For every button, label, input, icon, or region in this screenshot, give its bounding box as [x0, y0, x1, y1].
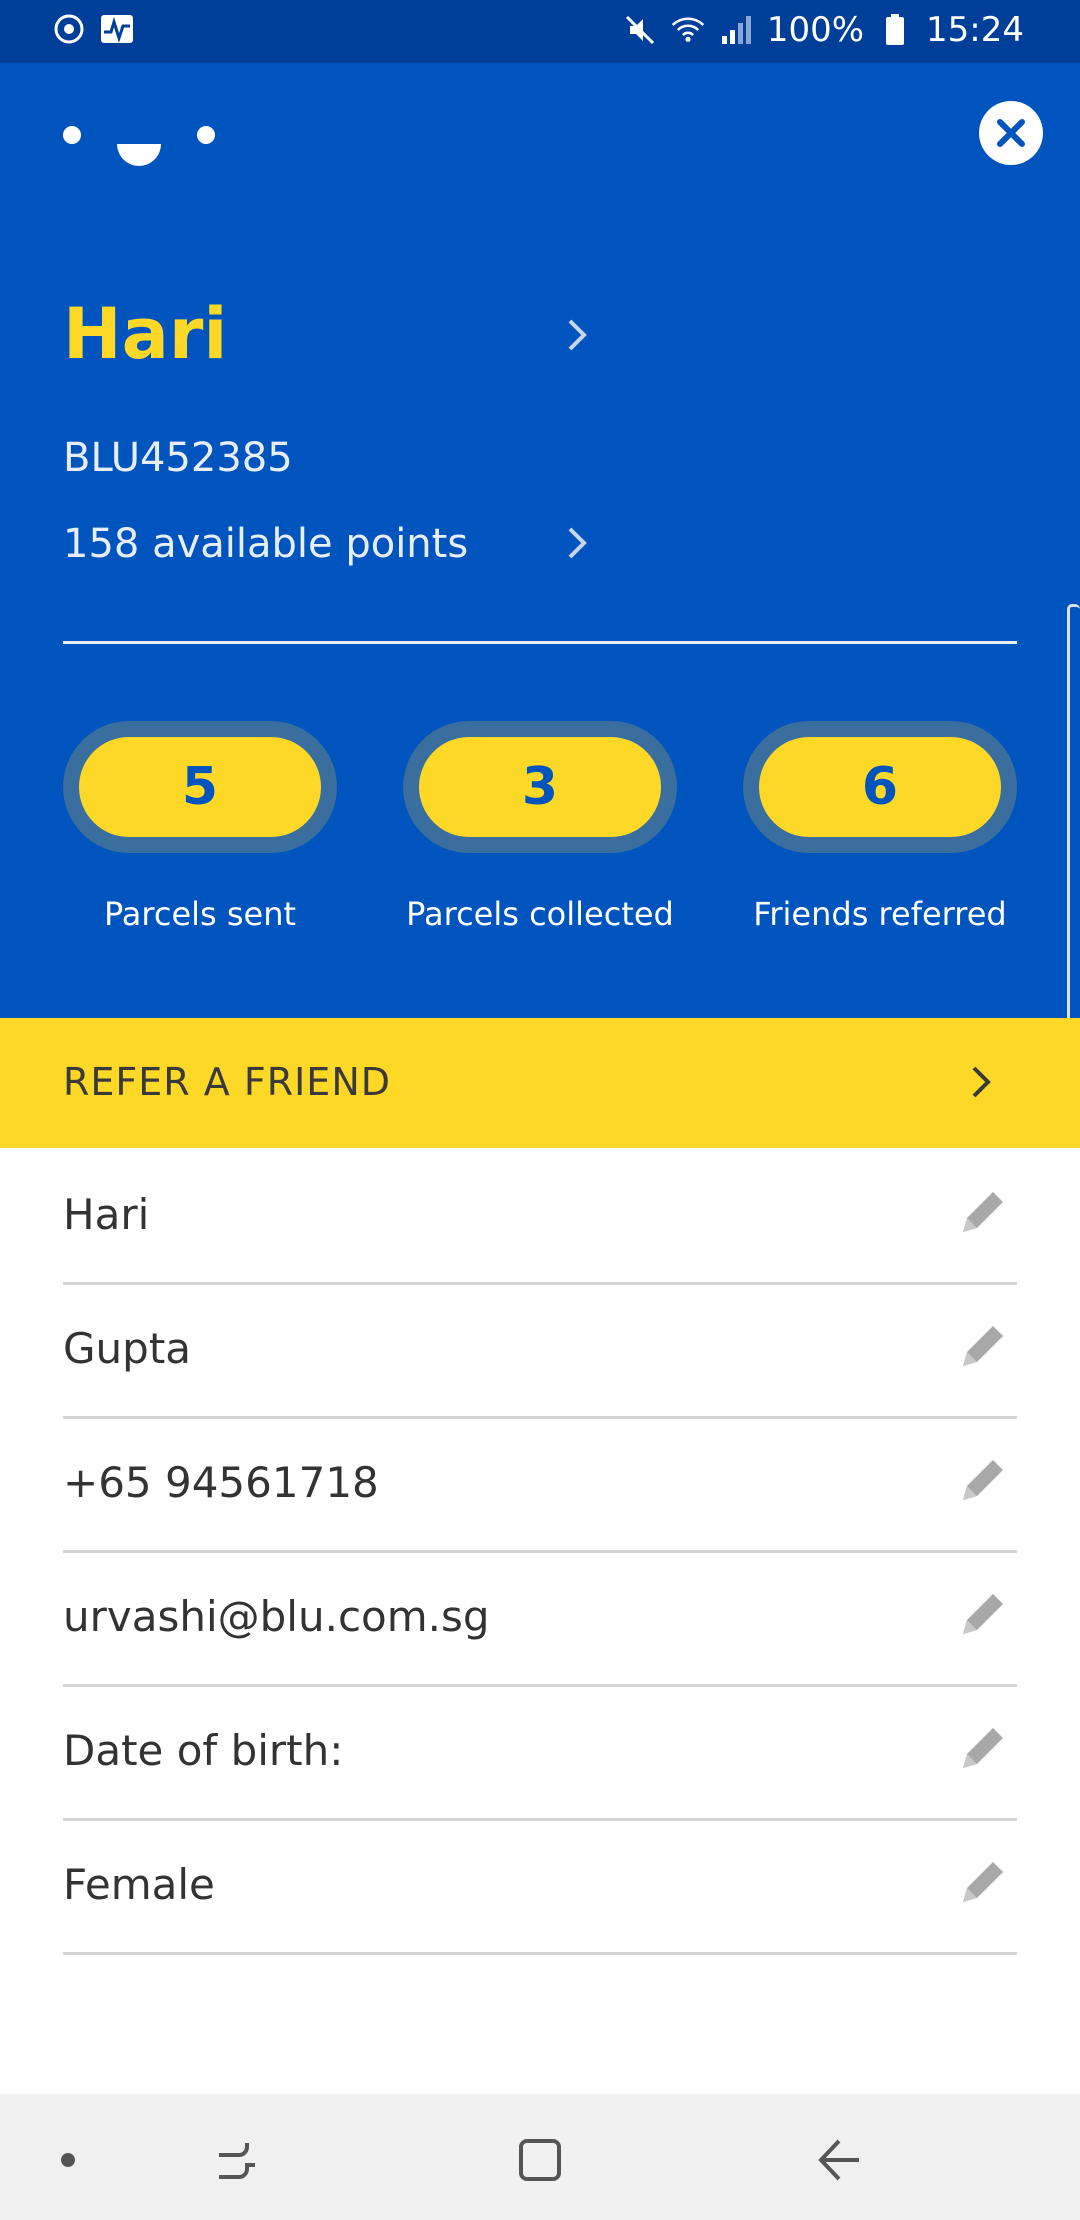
stat-value: 6 [759, 737, 1001, 837]
stat-label: Friends referred [753, 895, 1007, 933]
signal-icon [719, 13, 753, 47]
system-nav-bar [0, 2094, 1080, 2220]
nav-dot-icon [40, 2132, 96, 2188]
stat-parcels-collected: 3 [403, 721, 677, 853]
field-value: +65 94561718 [63, 1458, 379, 1507]
recent-apps-icon[interactable] [210, 2132, 266, 2188]
pencil-icon[interactable] [957, 1722, 1009, 1774]
activity-icon [100, 12, 134, 46]
back-icon[interactable] [812, 2132, 868, 2188]
status-bar: 100% 15:24 [0, 0, 1080, 63]
field-value: Female [63, 1860, 215, 1909]
battery-icon [878, 13, 912, 47]
stat-value: 5 [79, 737, 321, 837]
stat-value: 3 [419, 737, 661, 837]
stat-label: Parcels sent [103, 895, 297, 933]
user-name[interactable]: Hari [63, 293, 227, 375]
stat-friends-referred: 6 [743, 721, 1017, 853]
field-value: Gupta [63, 1324, 192, 1373]
field-first-name[interactable]: Hari [63, 1148, 1017, 1285]
mute-icon [623, 13, 657, 47]
header-divider [63, 641, 1017, 644]
field-value: Date of birth: [63, 1726, 344, 1775]
pencil-icon[interactable] [957, 1320, 1009, 1372]
wifi-icon [671, 13, 705, 47]
points-link[interactable]: 158 available points [63, 521, 468, 567]
chevron-right-icon[interactable] [562, 523, 592, 563]
sync-icon [52, 12, 86, 46]
refer-label: REFER A FRIEND [63, 1060, 392, 1104]
field-value: urvashi@blu.com.sg [63, 1592, 490, 1641]
battery-percent: 100% [766, 10, 865, 50]
field-date-of-birth[interactable]: Date of birth: [63, 1684, 1017, 1821]
pencil-icon[interactable] [957, 1186, 1009, 1238]
pencil-icon[interactable] [957, 1454, 1009, 1506]
stat-label: Parcels collected [406, 895, 674, 933]
clock: 15:24 [926, 10, 1024, 50]
field-email[interactable]: urvashi@blu.com.sg [63, 1550, 1017, 1687]
pencil-icon[interactable] [957, 1856, 1009, 1908]
pencil-icon[interactable] [957, 1588, 1009, 1640]
field-phone[interactable]: +65 94561718 [63, 1416, 1017, 1553]
close-button[interactable] [979, 101, 1043, 165]
scrollbar[interactable] [1067, 604, 1080, 1060]
chevron-right-icon [966, 1062, 996, 1102]
home-icon[interactable] [512, 2132, 568, 2188]
field-value: Hari [63, 1190, 150, 1239]
field-gender[interactable]: Female [63, 1818, 1017, 1955]
close-icon [997, 119, 1025, 147]
field-last-name[interactable]: Gupta [63, 1282, 1017, 1419]
chevron-right-icon[interactable] [562, 315, 592, 355]
app-logo [60, 123, 220, 183]
member-id: BLU452385 [63, 435, 293, 481]
stat-parcels-sent: 5 [63, 721, 337, 853]
profile-header: Hari BLU452385 158 available points 5 3 … [0, 63, 1080, 1018]
refer-a-friend-button[interactable]: REFER A FRIEND [0, 1018, 1080, 1148]
